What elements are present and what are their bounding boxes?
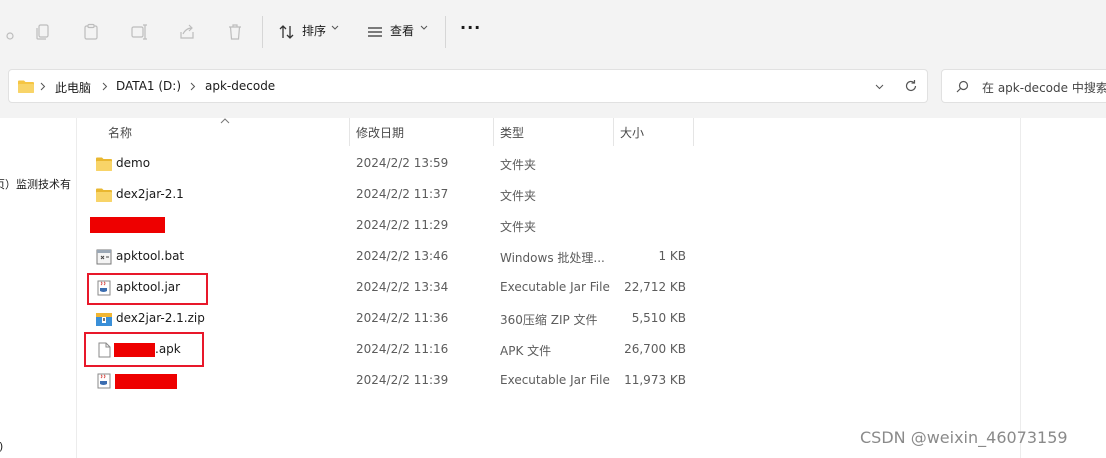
delete-icon[interactable] <box>220 18 250 46</box>
file-name: demo <box>116 156 151 170</box>
file-size: 1 KB <box>658 249 686 263</box>
chevron-down-icon <box>331 25 339 30</box>
search-icon <box>956 80 969 93</box>
file-type: Executable Jar File <box>500 280 610 294</box>
column-header-name[interactable]: 名称 <box>108 124 132 141</box>
column-divider[interactable] <box>349 118 350 146</box>
toolbar-divider <box>262 16 263 48</box>
column-header-date[interactable]: 修改日期 <box>356 124 404 141</box>
more-options-button[interactable]: ··· <box>460 18 481 37</box>
file-size: 11,973 KB <box>624 373 686 387</box>
file-row[interactable]: 2024/2/2 11:39 Executable Jar File 11,97… <box>77 366 1020 397</box>
sort-icon[interactable] <box>272 18 302 46</box>
file-list: 名称 修改日期 类型 大小 demo 2024/2/2 13:59 文件夹 de… <box>77 118 1020 458</box>
file-type: APK 文件 <box>500 344 552 358</box>
address-row: 此电脑 DATA1 (D:) apk-decode 在 apk-decode 中… <box>0 62 1106 118</box>
column-header-type[interactable]: 类型 <box>500 124 524 141</box>
file-type: Executable Jar File <box>500 373 610 387</box>
command-bar: 排序 查看 ··· <box>0 0 1106 62</box>
file-size: 5,510 KB <box>631 311 686 325</box>
search-box[interactable]: 在 apk-decode 中搜索 <box>941 69 1106 103</box>
address-bar[interactable]: 此电脑 DATA1 (D:) apk-decode <box>8 69 928 103</box>
refresh-icon[interactable] <box>904 79 918 93</box>
toolbar-divider <box>445 16 446 48</box>
cut-icon[interactable] <box>0 18 22 46</box>
file-date: 2024/2/2 11:36 <box>356 311 449 325</box>
jar-file-icon <box>97 373 111 389</box>
column-header-size[interactable]: 大小 <box>620 124 644 141</box>
file-type: Windows 批处理... <box>500 251 605 265</box>
paste-icon[interactable] <box>76 18 106 46</box>
file-name: dex2jar-2.1 <box>116 187 184 201</box>
nav-item-partial[interactable]: i) <box>0 440 3 453</box>
file-date: 2024/2/2 13:59 <box>356 156 449 170</box>
file-type: 360压缩 ZIP 文件 <box>500 313 598 327</box>
file-date: 2024/2/2 13:34 <box>356 280 449 294</box>
view-button[interactable]: 查看 <box>390 22 414 39</box>
file-row[interactable]: demo 2024/2/2 13:59 文件夹 <box>77 149 1020 180</box>
highlight-box <box>87 273 208 305</box>
details-pane <box>1020 118 1106 458</box>
file-row[interactable]: apktool.jar 2024/2/2 13:34 Executable Ja… <box>77 273 1020 304</box>
file-type: 文件夹 <box>500 220 537 234</box>
chevron-right-icon <box>40 82 46 91</box>
navigation-pane: 页）监测技术有 i) <box>0 118 77 458</box>
view-icon[interactable] <box>360 18 390 46</box>
batch-file-icon <box>96 249 112 265</box>
file-row[interactable]: dex2jar-2.1 2024/2/2 11:37 文件夹 <box>77 180 1020 211</box>
rename-icon[interactable] <box>124 18 154 46</box>
file-type: 文件夹 <box>500 158 537 172</box>
file-date: 2024/2/2 13:46 <box>356 249 449 263</box>
file-size: 22,712 KB <box>624 280 686 294</box>
folder-icon <box>96 188 112 202</box>
breadcrumb-current-folder[interactable]: apk-decode <box>205 79 275 93</box>
zip-file-icon <box>96 313 112 326</box>
file-row[interactable]: dex2jar-2.1.zip 2024/2/2 11:36 360压缩 ZIP… <box>77 304 1020 335</box>
file-date: 2024/2/2 11:37 <box>356 187 449 201</box>
watermark: CSDN @weixin_46073159 <box>860 428 1068 447</box>
redaction-mark <box>90 217 165 233</box>
file-date: 2024/2/2 11:39 <box>356 373 449 387</box>
column-divider[interactable] <box>613 118 614 146</box>
file-row[interactable]: apktool.bat 2024/2/2 13:46 Windows 批处理..… <box>77 242 1020 273</box>
nav-item-partial[interactable]: 页）监测技术有 <box>0 176 71 192</box>
file-date: 2024/2/2 11:16 <box>356 342 449 356</box>
column-divider[interactable] <box>693 118 694 146</box>
folder-icon <box>96 157 112 171</box>
column-divider[interactable] <box>493 118 494 146</box>
file-row[interactable]: 2024/2/2 11:29 文件夹 <box>77 211 1020 242</box>
copy-icon[interactable] <box>28 18 58 46</box>
chevron-right-icon <box>190 82 196 91</box>
redaction-mark <box>115 374 177 389</box>
file-name: apktool.bat <box>116 249 185 263</box>
breadcrumb-drive[interactable]: DATA1 (D:) <box>116 79 181 93</box>
chevron-right-icon <box>102 82 108 91</box>
file-size: 26,700 KB <box>624 342 686 356</box>
breadcrumb-this-pc[interactable]: 此电脑 <box>55 79 91 96</box>
highlight-box <box>84 332 204 367</box>
chevron-down-icon <box>420 25 428 30</box>
sort-button[interactable]: 排序 <box>302 22 326 39</box>
file-row[interactable]: .apk 2024/2/2 11:16 APK 文件 26,700 KB <box>77 335 1020 366</box>
file-date: 2024/2/2 11:29 <box>356 218 449 232</box>
file-name: dex2jar-2.1.zip <box>116 311 205 325</box>
file-type: 文件夹 <box>500 189 537 203</box>
history-dropdown-icon[interactable] <box>875 84 884 90</box>
share-icon[interactable] <box>172 18 202 46</box>
sort-ascending-icon <box>220 118 230 124</box>
folder-icon <box>18 80 34 93</box>
search-input[interactable]: 在 apk-decode 中搜索 <box>982 79 1106 96</box>
